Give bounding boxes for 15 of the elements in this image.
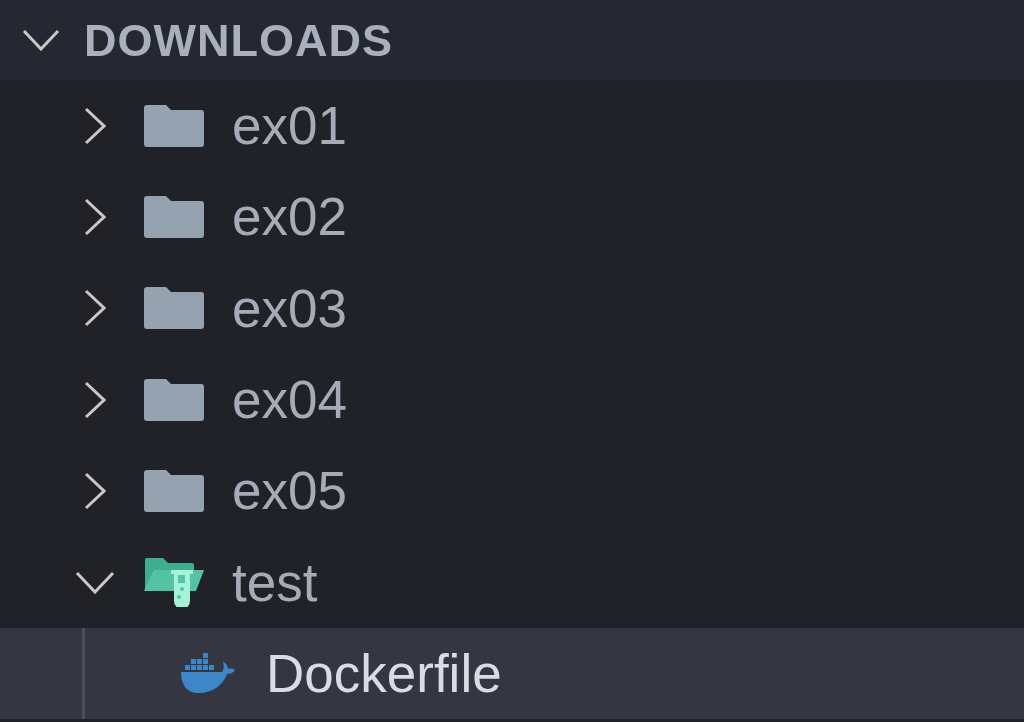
tree-item[interactable]: test <box>0 536 1024 628</box>
folder-icon <box>144 378 204 421</box>
whale-containers-icon <box>180 652 236 695</box>
folder-icon <box>144 195 204 238</box>
tree-item[interactable]: ex05 <box>0 445 1024 537</box>
tree-item[interactable]: ex04 <box>0 353 1024 446</box>
folder-icon <box>144 287 204 330</box>
folder-icon <box>144 469 204 512</box>
tree-item[interactable]: ex01 <box>0 80 1024 172</box>
tree-item[interactable]: Dockerfile <box>0 627 1024 720</box>
folder-test-tube-icon <box>143 557 205 608</box>
tree-item[interactable]: ex02 <box>0 171 1024 263</box>
folder-icon <box>144 104 204 147</box>
tree-item[interactable]: ex03 <box>0 262 1024 354</box>
section-header[interactable]: DOWNLOADS <box>0 0 1024 80</box>
